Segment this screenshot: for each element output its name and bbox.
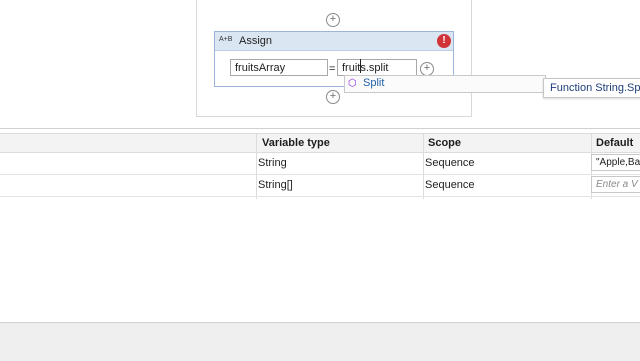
method-cube-icon: ⬡ — [348, 78, 357, 89]
text-cursor — [360, 59, 361, 73]
expression-add-icon[interactable]: + — [420, 62, 434, 76]
assign-title: Assign — [239, 35, 273, 47]
variable-type-cell[interactable]: String — [258, 157, 287, 169]
variable-type-cell[interactable]: String[] — [258, 179, 293, 191]
autocomplete-item-split[interactable]: ⬡ Split — [345, 76, 445, 92]
assign-icon: A+B — [219, 36, 233, 43]
table-row[interactable]: String[] Sequence Enter a V — [0, 174, 640, 197]
column-header-default[interactable]: Default — [596, 137, 633, 149]
add-activity-top-icon[interactable]: + — [326, 13, 340, 27]
default-value-text: "Apple,Ba — [596, 157, 640, 168]
assign-value-field[interactable]: fruits.split — [337, 59, 417, 76]
column-header-scope[interactable]: Scope — [428, 137, 461, 149]
default-value-placeholder: Enter a V — [596, 179, 638, 190]
scope-cell[interactable]: Sequence — [425, 157, 475, 169]
bottom-tab-bar — [0, 322, 640, 361]
assign-header[interactable]: A+B Assign ! — [215, 32, 453, 51]
autocomplete-popup: ⬡ Split — [344, 75, 546, 93]
signature-tooltip: Function String.Split — [543, 78, 640, 98]
scope-cell[interactable]: Sequence — [425, 179, 475, 191]
assign-to-field[interactable]: fruitsArray — [230, 59, 328, 76]
tooltip-text: Function String.Split — [550, 82, 640, 94]
add-activity-bottom-icon[interactable]: + — [326, 90, 340, 104]
autocomplete-item-label: Split — [363, 77, 385, 89]
column-header-variable-type[interactable]: Variable type — [262, 137, 330, 149]
variables-grid-header: Variable type Scope Default — [0, 133, 640, 153]
error-icon[interactable]: ! — [437, 34, 451, 48]
default-value-input[interactable]: Enter a V — [591, 176, 640, 193]
table-row[interactable]: String Sequence "Apple,Ba — [0, 152, 640, 175]
equals-sign: = — [329, 63, 336, 75]
default-value-input[interactable]: "Apple,Ba — [591, 154, 640, 171]
designer-canvas: + A+B Assign ! fruitsArray = fruits.spli… — [0, 0, 640, 128]
